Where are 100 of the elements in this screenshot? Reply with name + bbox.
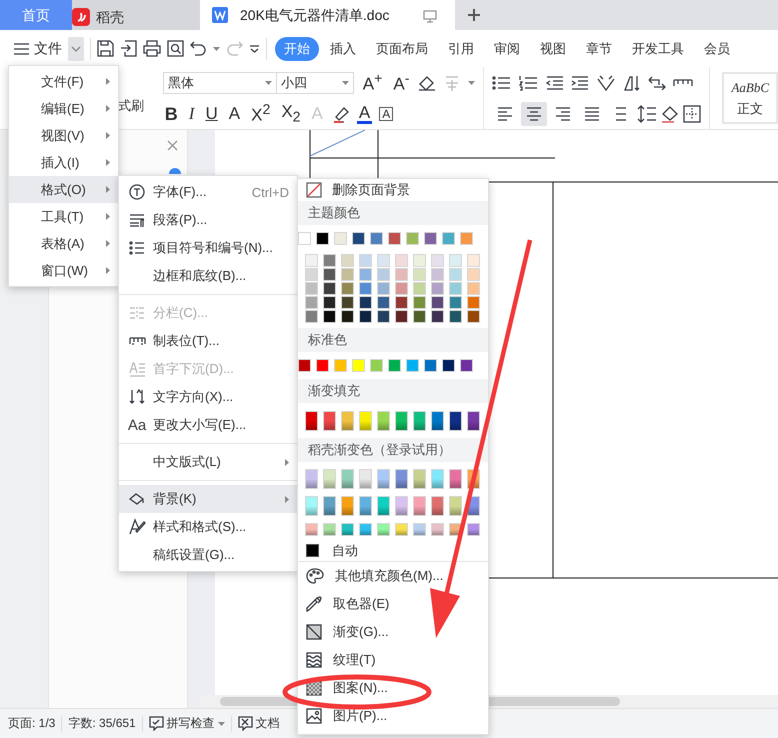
menu-item[interactable]: 稿纸设置(G)... [119,541,297,569]
gradient-swatch[interactable] [377,523,390,536]
color-swatch[interactable] [424,232,437,245]
gradient-swatch[interactable] [377,496,390,516]
palette-icon[interactable] [306,568,324,584]
gradient-swatch[interactable] [413,496,426,516]
color-swatch[interactable] [352,232,365,245]
color-swatch[interactable] [413,296,426,309]
table-ruler-icon[interactable] [673,78,694,88]
gradient-swatch[interactable] [359,469,372,489]
color-swatch[interactable] [305,282,318,295]
ribbon-tab[interactable]: 章节 [577,36,621,60]
color-swatch[interactable] [413,282,426,295]
gradient-swatch[interactable] [431,496,444,516]
menu-item[interactable]: 工具(T) [9,203,118,230]
color-swatch[interactable] [377,254,390,267]
color-swatch[interactable] [359,310,372,323]
ribbon-tab[interactable]: 视图 [531,36,575,60]
ribbon-tab[interactable]: 开发工具 [623,36,693,60]
color-swatch[interactable] [406,232,419,245]
color-swatch[interactable] [395,310,408,323]
borders-icon[interactable] [683,104,702,122]
ribbon-tab[interactable]: 审阅 [485,36,529,60]
tab[interactable]: 20K电气元器件清单.doc [200,0,455,30]
color-swatch[interactable] [377,282,390,295]
menu-item[interactable]: 段落(P)... [119,206,297,234]
color-swatch[interactable] [323,296,336,309]
gradient-swatch[interactable] [431,523,444,536]
menu-item[interactable]: 文字方向(X)... [119,383,297,411]
menu-item[interactable]: 视图(V) [9,122,118,149]
color-swatch[interactable] [460,232,473,245]
color-swatch[interactable] [341,310,354,323]
gradient-swatch[interactable] [449,469,462,489]
close-icon[interactable] [167,140,178,151]
character-border-button[interactable]: A [379,106,394,120]
color-swatch[interactable] [449,282,462,295]
save-icon[interactable] [97,40,114,57]
gradient-swatch[interactable] [449,411,462,431]
color-swatch[interactable] [449,296,462,309]
line-break-icon[interactable] [648,76,666,90]
gradient-swatch[interactable] [359,411,372,431]
menu-item[interactable]: 纹理(T) [298,646,488,674]
gradient-swatch[interactable] [323,411,336,431]
format-painter-label[interactable]: 式刷 [118,97,144,115]
gradient-swatch[interactable] [449,496,462,516]
menu-item[interactable]: 渐变(G)... [298,618,488,646]
plus-icon[interactable] [467,8,481,22]
menu-item[interactable]: 窗口(W) [9,257,118,284]
color-swatch[interactable] [431,254,444,267]
gradient-swatch[interactable] [413,411,426,431]
color-swatch[interactable] [334,232,347,245]
format-button[interactable]: I [186,105,196,122]
color-swatch[interactable] [316,359,329,372]
word-doc-icon[interactable] [212,7,228,23]
gradient-swatch[interactable] [467,523,480,536]
outdent-icon[interactable] [546,76,564,90]
gradient-swatch[interactable] [341,411,354,431]
menu-item[interactable]: 删除页面背景 [298,179,488,201]
undo-icon[interactable] [190,41,207,56]
color-swatch[interactable] [449,254,462,267]
more-icon[interactable] [249,44,260,52]
color-swatch[interactable] [388,232,401,245]
ribbon-tab[interactable]: 页面布局 [367,36,437,60]
color-swatch[interactable] [413,268,426,281]
color-swatch[interactable] [467,296,480,309]
font-select[interactable]: 黑体 [162,72,277,94]
color-swatch[interactable] [413,310,426,323]
dropdown-button[interactable] [68,36,84,60]
gradient-swatch[interactable] [377,469,390,489]
color-swatch[interactable] [424,359,437,372]
gradient-swatch[interactable] [377,411,390,431]
menu-item[interactable]: 插入(I) [9,149,118,176]
color-swatch[interactable] [323,310,336,323]
color-swatch[interactable] [316,232,329,245]
eyedropper-icon[interactable] [306,596,322,612]
format-button[interactable]: X$^{2}$ [249,103,272,124]
gradient-swatch[interactable] [341,523,354,536]
color-swatch[interactable] [449,268,462,281]
color-swatch[interactable] [341,282,354,295]
menu-item[interactable]: 制表位(T)... [119,327,297,355]
color-swatch[interactable] [395,296,408,309]
alignment-button[interactable] [521,102,548,126]
docer-logo-icon[interactable] [72,8,90,26]
shading-icon[interactable] [660,104,680,122]
color-swatch[interactable] [388,359,401,372]
format-button[interactable]: U [203,105,220,122]
bullets-icon[interactable] [492,74,512,90]
menu-item[interactable]: 背景(K) [119,485,297,513]
color-swatch[interactable] [413,254,426,267]
caret-icon[interactable] [213,46,220,50]
gradient-swatch[interactable] [395,523,408,536]
picture-icon[interactable] [306,708,322,724]
indent-icon[interactable] [571,76,590,90]
caret-icon[interactable] [468,80,476,84]
gradient-swatch[interactable] [341,469,354,489]
gradient-swatch[interactable] [305,469,318,489]
color-swatch[interactable] [323,282,336,295]
print-preview-icon[interactable] [167,40,184,57]
gradient-swatch[interactable] [395,411,408,431]
redo-icon[interactable] [226,41,243,56]
